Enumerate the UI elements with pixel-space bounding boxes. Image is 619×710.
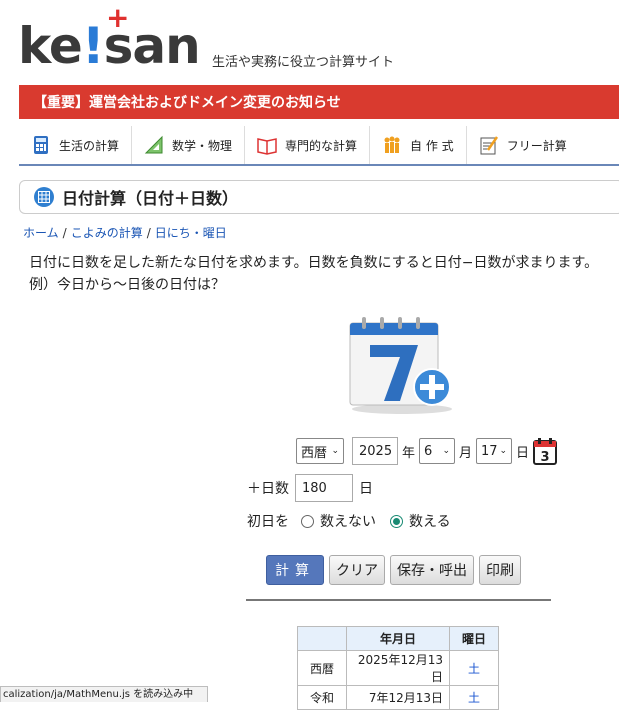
page-title-box: 日付計算（日付＋日数） (19, 180, 619, 214)
save-load-button[interactable]: 保存・呼出 (390, 555, 474, 585)
table-row: 西暦 2025年12月13日 土 (297, 650, 499, 686)
description: 日付に日数を足した新たな日付を求めます。日数を負数にすると日付−日数が求まります… (29, 252, 598, 296)
radio-include[interactable] (390, 514, 403, 528)
nav-item-life[interactable]: 生活の計算 (19, 126, 133, 164)
date-input-row: 西暦 ⌄ 2025 年 6 ⌄ 月 17 ⌄ 日 3 (296, 437, 558, 465)
nav-item-custom[interactable]: 自 作 式 (370, 126, 467, 164)
radio-exclude[interactable] (301, 514, 314, 528)
table-header-date: 年月日 (346, 626, 450, 651)
day-select[interactable]: 17 ⌄ (476, 438, 513, 464)
calculate-button[interactable]: 計算 (266, 555, 324, 585)
breadcrumb-home[interactable]: ホーム (23, 226, 59, 240)
example-text: 例）今日から〜日後の日付は？ (29, 277, 225, 293)
days-label: ＋日数 (247, 481, 289, 497)
breadcrumb-calendar[interactable]: こよみの計算 (71, 226, 143, 240)
result-date: 7年12月13日 (346, 685, 450, 710)
month-suffix: 月 (459, 445, 473, 461)
days-input-row: ＋日数 180 日 (247, 474, 373, 502)
era-select[interactable]: 西暦 ⌄ (296, 438, 344, 464)
chevron-down-icon: ⌄ (499, 446, 508, 456)
table-header-row: 年月日 曜日 (297, 626, 499, 651)
calendar-plus-illustration (349, 317, 452, 414)
page-title: 日付計算（日付＋日数） (62, 189, 239, 208)
nav-item-special[interactable]: 専門的な計算 (245, 126, 371, 164)
days-input[interactable]: 180 (295, 474, 353, 502)
calendar-grid-icon (34, 187, 54, 207)
result-weekday[interactable]: 土 (449, 685, 499, 710)
nav-label: 生活の計算 (59, 138, 120, 153)
chevron-down-icon: ⌄ (331, 446, 339, 456)
description-text: 日付に日数を足した新たな日付を求めます。日数を負数にすると日付−日数が求まります… (29, 255, 599, 271)
table-row: 令和 7年12月13日 土 (297, 685, 499, 710)
print-button[interactable]: 印刷 (479, 555, 521, 585)
nav-label: 自 作 式 (410, 138, 454, 153)
logo-plus-mark: + (106, 1, 130, 34)
nav-label: 数学・物理 (172, 138, 233, 153)
calendar-icon-number: 3 (541, 450, 550, 465)
nav-label: フリー計算 (506, 138, 567, 153)
radio-exclude-label[interactable]: 数えない (320, 511, 376, 531)
day-value: 17 (481, 443, 498, 459)
nav-label: 専門的な計算 (285, 138, 358, 153)
nav-item-math[interactable]: 数学・物理 (132, 126, 246, 164)
days-suffix: 日 (359, 481, 373, 497)
calculator-icon (34, 136, 48, 154)
result-table: 年月日 曜日 西暦 2025年12月13日 土 令和 7年12月13日 土 (297, 626, 499, 710)
month-select[interactable]: 6 ⌄ (419, 438, 456, 464)
year-input[interactable]: 2025 (352, 437, 398, 465)
result-weekday[interactable]: 土 (449, 650, 499, 686)
year-suffix: 年 (402, 445, 416, 461)
book-icon (257, 138, 277, 155)
result-era: 西暦 (297, 650, 347, 686)
result-date: 2025年12月13日 (346, 650, 450, 686)
nav-item-free[interactable]: フリー計算 (467, 126, 579, 164)
breadcrumb: ホーム / こよみの計算 / 日にち・曜日 (23, 226, 227, 240)
first-day-row: 初日を 数えない 数える (247, 511, 451, 531)
divider (246, 599, 551, 601)
table-header-era (297, 626, 347, 651)
notice-banner[interactable]: 【重要】運営会社およびドメイン変更のお知らせ (19, 85, 619, 119)
first-day-label: 初日を (247, 514, 289, 530)
breadcrumb-days[interactable]: 日にち・曜日 (155, 226, 227, 240)
notepad-icon (480, 136, 498, 155)
people-icon (384, 136, 400, 153)
main-nav: 生活の計算 数学・物理 専門的な計算 自 作 式 フリー計算 (19, 126, 619, 166)
site-logo[interactable]: ke!san + (18, 1, 208, 75)
radio-include-label[interactable]: 数える (409, 511, 451, 531)
action-buttons: 計算 クリア 保存・呼出 印刷 (266, 555, 521, 585)
clear-button[interactable]: クリア (329, 555, 385, 585)
site-tagline: 生活や実務に役立つ計算サイト (212, 55, 395, 70)
chevron-down-icon: ⌄ (442, 446, 451, 456)
month-value: 6 (424, 443, 433, 459)
calendar-picker-icon[interactable]: 3 (533, 437, 558, 465)
result-era: 令和 (297, 685, 347, 710)
day-suffix: 日 (516, 445, 530, 461)
triangle-ruler-icon (144, 135, 163, 154)
era-value: 西暦 (301, 445, 328, 461)
table-header-weekday: 曜日 (449, 626, 499, 651)
